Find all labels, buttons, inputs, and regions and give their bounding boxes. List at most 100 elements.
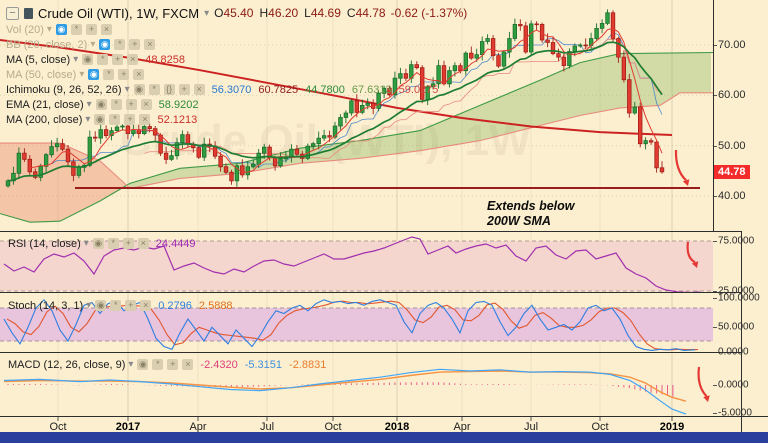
annotation-text[interactable]: Extends below 200W SMA (487, 199, 575, 229)
indicator-label[interactable]: BB (20, close, 2) (6, 39, 87, 51)
change-value: -0.62 (-1.37%) (390, 6, 468, 20)
plus-icon[interactable]: + (129, 39, 141, 50)
plus-icon[interactable]: + (85, 24, 97, 35)
indicator-legend-rows: Vol (20) ▾ ◉ * + × BB (20, close, 2) ▾ ◉ * + × MA (5… (6, 22, 467, 127)
close-icon[interactable]: × (193, 84, 205, 95)
eye-icon[interactable]: ◉ (88, 69, 100, 80)
chevron-down-icon[interactable]: ▾ (125, 84, 130, 95)
plus-icon[interactable]: + (125, 300, 137, 311)
chevron-down-icon[interactable]: ▾ (85, 114, 90, 125)
macd-histogram (7, 382, 674, 397)
eye-icon[interactable]: ◉ (99, 39, 111, 50)
chevron-down-icon[interactable]: ▾ (47, 24, 52, 35)
indicator-label[interactable]: RSI (14, close) (8, 238, 81, 250)
plus-icon[interactable]: + (124, 114, 136, 125)
gear-icon[interactable]: * (110, 99, 122, 110)
chevron-down-icon[interactable]: ▾ (128, 359, 133, 370)
gear-icon[interactable]: * (152, 359, 164, 370)
indicator-legend-row: Ichimoku (9, 26, 52, 26) ▾ ◉ *{} + × 56.3070 60… (6, 82, 467, 97)
chevron-down-icon[interactable]: ▾ (86, 300, 91, 311)
chevron-down-icon[interactable]: ▾ (73, 54, 78, 65)
candlestick-series-icon (24, 7, 33, 19)
close-icon[interactable]: × (182, 359, 194, 370)
ohlc-number: 44.78 (355, 6, 386, 20)
indicator-label[interactable]: Stoch (14, 3, 1) (8, 300, 83, 312)
indicator-label[interactable]: MA (50, close) (6, 69, 76, 81)
gear-icon[interactable]: * (103, 69, 115, 80)
indicator-value: 60.7825 (258, 83, 299, 96)
eye-icon[interactable]: ◉ (137, 359, 149, 370)
plus-icon[interactable]: + (125, 99, 137, 110)
indicator-label[interactable]: MA (5, close) (6, 54, 70, 66)
indicator-legend-row: MA (50, close) ▾ ◉ * + × (6, 67, 467, 82)
pane-divider[interactable] (0, 352, 741, 353)
plus-icon[interactable]: + (122, 238, 134, 249)
tradingview-chart-window: Crude Oil (WTI), 1W − Crude Oil (WTI), 1… (0, 0, 768, 443)
plus-icon[interactable]: + (167, 359, 179, 370)
pane-divider[interactable] (0, 292, 741, 293)
collapse-pane-icon[interactable]: − (6, 6, 19, 20)
ohlc-label: H (259, 6, 269, 20)
indicator-label[interactable]: EMA (21, close) (6, 99, 84, 111)
eye-icon[interactable]: ◉ (55, 24, 67, 35)
bottom-toolbar (0, 432, 768, 443)
plus-icon[interactable]: + (118, 69, 130, 80)
ohlc-values: O45.40 H46.20 L44.69 C44.78 (214, 6, 386, 20)
indicator-legend-row: RSI (14, close) ▾ ◉ * + × 24.4449 (8, 236, 196, 251)
macd-signal-line (3, 370, 687, 402)
red-down-arrow[interactable] (674, 149, 690, 186)
indicator-value: 67.6313 (351, 83, 392, 96)
close-icon[interactable]: × (140, 99, 152, 110)
eye-icon[interactable]: ◉ (94, 114, 106, 125)
macd-line (3, 368, 687, 415)
indicator-value: 58.9202 (158, 98, 199, 111)
close-icon[interactable]: × (127, 54, 139, 65)
plus-icon[interactable]: + (178, 84, 190, 95)
close-icon[interactable]: × (140, 300, 152, 311)
indicator-label[interactable]: MACD (12, 26, close, 9) (8, 359, 125, 371)
chevron-down-icon[interactable]: ▾ (90, 39, 95, 50)
indicator-legend-row: Stoch (14, 3, 1) ▾ ◉ * + × 0.2796 2.5888 (8, 298, 233, 313)
annotation-line-2: 200W SMA (487, 213, 551, 228)
chevron-down-icon[interactable]: ▾ (204, 8, 209, 19)
gear-icon[interactable]: * (110, 300, 122, 311)
sub-pane-border (741, 231, 742, 432)
gear-icon[interactable]: * (70, 24, 82, 35)
close-icon[interactable]: × (100, 24, 112, 35)
chevron-down-icon[interactable]: ▾ (84, 238, 89, 249)
last-price-badge: 44.78 (714, 165, 750, 179)
ohlc-number: 45.40 (223, 6, 254, 20)
symbol-title[interactable]: Crude Oil (WTI), 1W, FXCM (38, 6, 199, 21)
pane-divider[interactable] (0, 231, 741, 232)
close-icon[interactable]: × (133, 69, 145, 80)
indicator-value: -2.4320 (200, 358, 238, 371)
eye-icon[interactable]: ◉ (95, 99, 107, 110)
price-scale-border (713, 0, 714, 231)
eye-icon[interactable]: ◉ (95, 300, 107, 311)
indicator-legend-row: BB (20, close, 2) ▾ ◉ * + × (6, 37, 467, 52)
indicator-label[interactable]: Vol (20) (6, 24, 44, 36)
gear-icon[interactable]: * (148, 84, 160, 95)
symbol-header: − Crude Oil (WTI), 1W, FXCM ▾ O45.40 H46.… (6, 4, 467, 22)
gear-icon[interactable]: * (114, 39, 126, 50)
gear-icon[interactable]: * (107, 238, 119, 249)
close-icon[interactable]: × (137, 238, 149, 249)
gear-icon[interactable]: * (109, 114, 121, 125)
red-down-arrow[interactable] (697, 366, 710, 402)
close-icon[interactable]: × (144, 39, 156, 50)
eye-icon[interactable]: ◉ (82, 54, 94, 65)
gear-icon[interactable]: * (97, 54, 109, 65)
chevron-down-icon[interactable]: ▾ (87, 99, 92, 110)
ohlc-number: 44.69 (310, 6, 341, 20)
close-icon[interactable]: × (139, 114, 151, 125)
braces-icon[interactable]: {} (163, 84, 175, 95)
indicator-label[interactable]: MA (200, close) (6, 114, 82, 126)
indicator-label[interactable]: Ichimoku (9, 26, 52, 26) (6, 84, 122, 96)
chevron-down-icon[interactable]: ▾ (79, 69, 84, 80)
eye-icon[interactable]: ◉ (133, 84, 145, 95)
indicator-legend-row: MA (5, close) ▾ ◉ * + × 48.8258 (6, 52, 467, 67)
indicator-value: 59.0275 (398, 83, 439, 96)
eye-icon[interactable]: ◉ (92, 238, 104, 249)
plus-icon[interactable]: + (112, 54, 124, 65)
indicator-value: 2.5888 (198, 299, 233, 312)
